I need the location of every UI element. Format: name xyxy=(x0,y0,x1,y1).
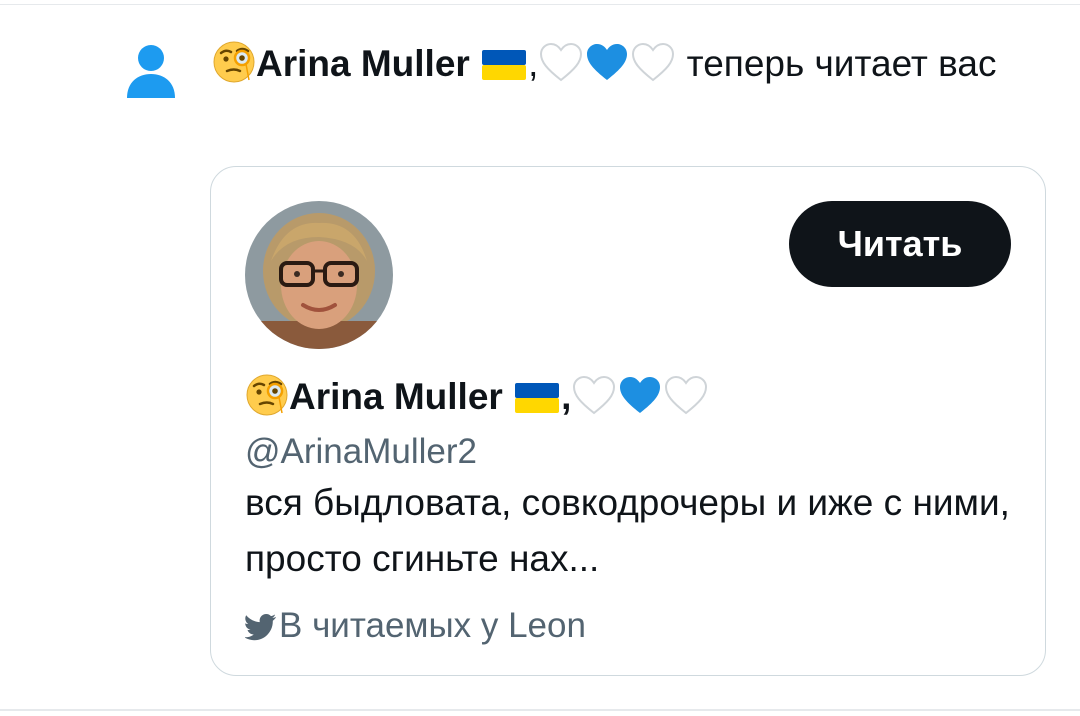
blue-heart-emoji xyxy=(587,44,628,80)
blue-heart-emoji xyxy=(620,377,661,413)
card-bio: вся быдловата, совкодрочеры и иже с ними… xyxy=(245,482,1010,579)
white-heart-emoji xyxy=(665,375,708,415)
actor-name[interactable]: Arina Muller xyxy=(256,43,470,84)
card-display-name-suffix: , xyxy=(561,376,572,417)
top-divider xyxy=(0,4,1080,5)
monocle-face-emoji xyxy=(213,41,255,83)
white-heart-emoji xyxy=(573,375,616,415)
white-heart-emoji xyxy=(632,42,675,82)
actor-name-suffix: , xyxy=(528,43,539,84)
card-display-name-row: Arina Muller , xyxy=(245,371,709,423)
ukraine-flag-emoji xyxy=(515,383,560,413)
person-icon xyxy=(127,45,175,98)
notification-headline: Arina Muller , теперь читает вас xyxy=(212,36,1032,92)
bottom-divider xyxy=(0,709,1080,711)
card-display-name[interactable]: Arina Muller xyxy=(289,376,503,417)
monocle-face-emoji xyxy=(246,374,288,416)
card-handle[interactable]: @ArinaMuller2 xyxy=(245,429,477,475)
follow-button[interactable]: Читать xyxy=(789,201,1011,287)
profile-card[interactable]: Читать Arina Muller , @ArinaMuller2 вся … xyxy=(210,166,1046,676)
woman-with-glasses-avatar xyxy=(245,201,393,349)
ukraine-flag-emoji xyxy=(482,50,527,80)
card-context: В читаемых у Leon xyxy=(245,603,586,649)
white-heart-emoji xyxy=(540,42,583,82)
avatar[interactable] xyxy=(245,201,393,349)
bird-icon xyxy=(245,614,276,641)
card-context-text[interactable]: В читаемых у Leon xyxy=(279,606,586,645)
action-text: теперь читает вас xyxy=(676,43,997,84)
